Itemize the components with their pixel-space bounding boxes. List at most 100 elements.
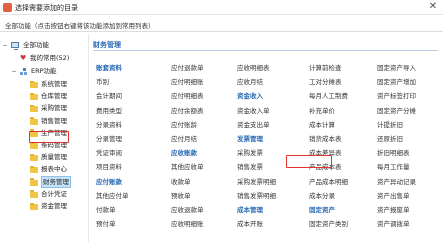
function-item[interactable]: 成本计算	[309, 121, 335, 130]
function-item[interactable]: 固定资产增加	[377, 78, 416, 87]
folder-icon	[30, 92, 38, 101]
pane-divider	[88, 34, 89, 242]
function-item[interactable]: 产品成本明细	[309, 178, 348, 187]
close-icon[interactable]: ✕	[427, 1, 439, 13]
function-item[interactable]: 资产出售单	[377, 192, 410, 201]
function-item[interactable]: 销售发票	[237, 163, 263, 172]
tree-item-label: 资金管理	[41, 202, 67, 210]
panel-header: 财务管理	[93, 41, 121, 49]
function-item[interactable]: 凭证审阅	[96, 149, 122, 158]
section-title: 应收账款	[171, 149, 197, 158]
computer-icon	[11, 42, 19, 50]
function-item[interactable]: 计提折旧	[377, 121, 403, 130]
app-icon	[3, 3, 12, 12]
function-item[interactable]: 计算前检查	[309, 64, 342, 73]
heart-icon: ♥	[20, 54, 27, 62]
function-item[interactable]: 项目资料	[96, 163, 122, 172]
function-item[interactable]: 应付月结	[171, 135, 197, 144]
function-item[interactable]: 预收单	[171, 192, 191, 201]
tree-item-label: 财务管理	[41, 175, 71, 188]
section-title: 固定资产	[309, 206, 335, 214]
function-item[interactable]: 应收明细账	[171, 220, 204, 229]
function-item[interactable]: 应收月结	[237, 78, 263, 87]
function-item[interactable]: 应收明细表	[237, 64, 270, 73]
section-title: 成本管理	[237, 206, 263, 214]
section-title: 账套资料	[96, 64, 122, 72]
hint-text: 全部功能（点击按钮右键将该功能添加到常用列表）	[5, 22, 155, 30]
function-item[interactable]: 补充单价	[309, 107, 335, 116]
title-bar: 选择需要添加的目录 ✕	[0, 0, 443, 15]
section-title: 发票管理	[237, 135, 263, 143]
header-divider	[93, 50, 438, 51]
function-item[interactable]: 其他应收单	[171, 163, 204, 172]
function-item[interactable]: 资金支出单	[237, 121, 270, 130]
section-title: 资金收入	[237, 92, 263, 101]
function-item[interactable]: 固定资产分摊	[377, 107, 416, 116]
tree-erp-label: ERP功能	[31, 67, 57, 75]
function-item[interactable]: 销售发票明细	[237, 192, 276, 201]
tree-item-label: 质量管理	[41, 153, 67, 162]
window-title: 选择需要添加的目录	[15, 4, 78, 12]
tree-item-label: 系统管理	[41, 80, 67, 88]
function-panel: 财务管理 账套资料 币别 会计期间 费用类型 分录资料 分录管理 凭证审阅 项目资料 应付账款其…	[90, 34, 441, 240]
function-tree[interactable]: − 全部功能 ♥ 我的常用(52) − ERP功能 系统管理仓库管理采购管理销售…	[2, 34, 88, 240]
function-item[interactable]: 应付退款单	[171, 64, 204, 73]
network-icon	[20, 67, 28, 76]
function-item[interactable]: 其他应付单	[96, 192, 129, 201]
function-item[interactable]: 采购发票明细	[237, 178, 276, 187]
tree-item-label: 合计凭证	[41, 189, 67, 198]
tree-root-label: 全部功能	[23, 41, 49, 49]
function-item[interactable]: 资产调拨单	[377, 220, 410, 229]
function-item[interactable]: 成本开账	[237, 220, 263, 229]
folder-icon	[30, 202, 38, 210]
function-item[interactable]: 成本分录	[309, 192, 335, 201]
function-item[interactable]: 每月人工制费	[309, 92, 348, 101]
function-item[interactable]: 固定资产类别	[309, 220, 348, 229]
section-title: 应付账款	[96, 177, 122, 186]
folder-icon	[30, 117, 38, 125]
function-item[interactable]: 产品成本表	[309, 163, 342, 172]
function-item[interactable]: 工对分摊表	[309, 78, 342, 87]
folder-icon	[30, 165, 38, 174]
function-item[interactable]: 资金收入单	[237, 107, 270, 116]
function-item[interactable]: 预付单	[96, 220, 116, 229]
function-item[interactable]: 销货成本表	[309, 135, 342, 144]
function-item[interactable]: 应付明细账	[171, 78, 204, 87]
folder-icon	[30, 129, 38, 137]
hint-bar: 全部功能（点击按钮右键将该功能添加到常用列表）	[0, 16, 443, 32]
tree-item-label: 采购管理	[41, 104, 67, 113]
function-item[interactable]: 应付账龄	[171, 121, 197, 130]
tree-item-label: 生产管理	[41, 128, 67, 137]
function-item[interactable]: 应付余额表	[171, 107, 204, 116]
collapse-icon[interactable]: −	[2, 40, 8, 51]
function-item[interactable]: 分录资料	[96, 121, 122, 130]
tree-item-label: 销售管理	[41, 116, 67, 125]
function-item[interactable]: 收款单	[171, 178, 191, 187]
function-item[interactable]: 会计期间	[96, 92, 122, 101]
function-item[interactable]: 应收退款单	[171, 206, 204, 215]
function-item[interactable]: 每月工作量	[377, 163, 410, 172]
function-item[interactable]: 资产标签打印	[377, 92, 416, 101]
function-item[interactable]: 折旧明细表	[377, 149, 410, 158]
function-item[interactable]: 分录管理	[96, 135, 122, 144]
function-item[interactable]: 资产异动记录	[377, 178, 416, 187]
function-item[interactable]: 付款单	[96, 206, 116, 215]
function-item[interactable]: 成本差异表	[309, 149, 342, 158]
folder-icon	[30, 80, 38, 88]
folder-icon	[30, 190, 38, 198]
function-item[interactable]: 币别	[96, 78, 109, 87]
function-item[interactable]: 费用类型	[96, 107, 122, 116]
tree-item-label: 仓库管理	[41, 92, 67, 101]
folder-icon	[30, 153, 38, 162]
function-item[interactable]: 固定资产导入	[377, 64, 416, 73]
collapse-icon[interactable]: −	[11, 66, 17, 77]
tree-favorites-label: 我的常用(52)	[30, 54, 70, 62]
function-item[interactable]: 应付明细表	[171, 92, 204, 101]
function-item[interactable]: 资产报废单	[377, 206, 410, 215]
folder-icon	[30, 178, 38, 186]
function-item[interactable]: 采购发票	[237, 149, 263, 158]
folder-icon	[30, 104, 38, 113]
tree-item-label: 条码管理	[41, 141, 67, 149]
function-item[interactable]: 还原折旧	[377, 135, 403, 144]
folder-icon	[30, 141, 38, 149]
